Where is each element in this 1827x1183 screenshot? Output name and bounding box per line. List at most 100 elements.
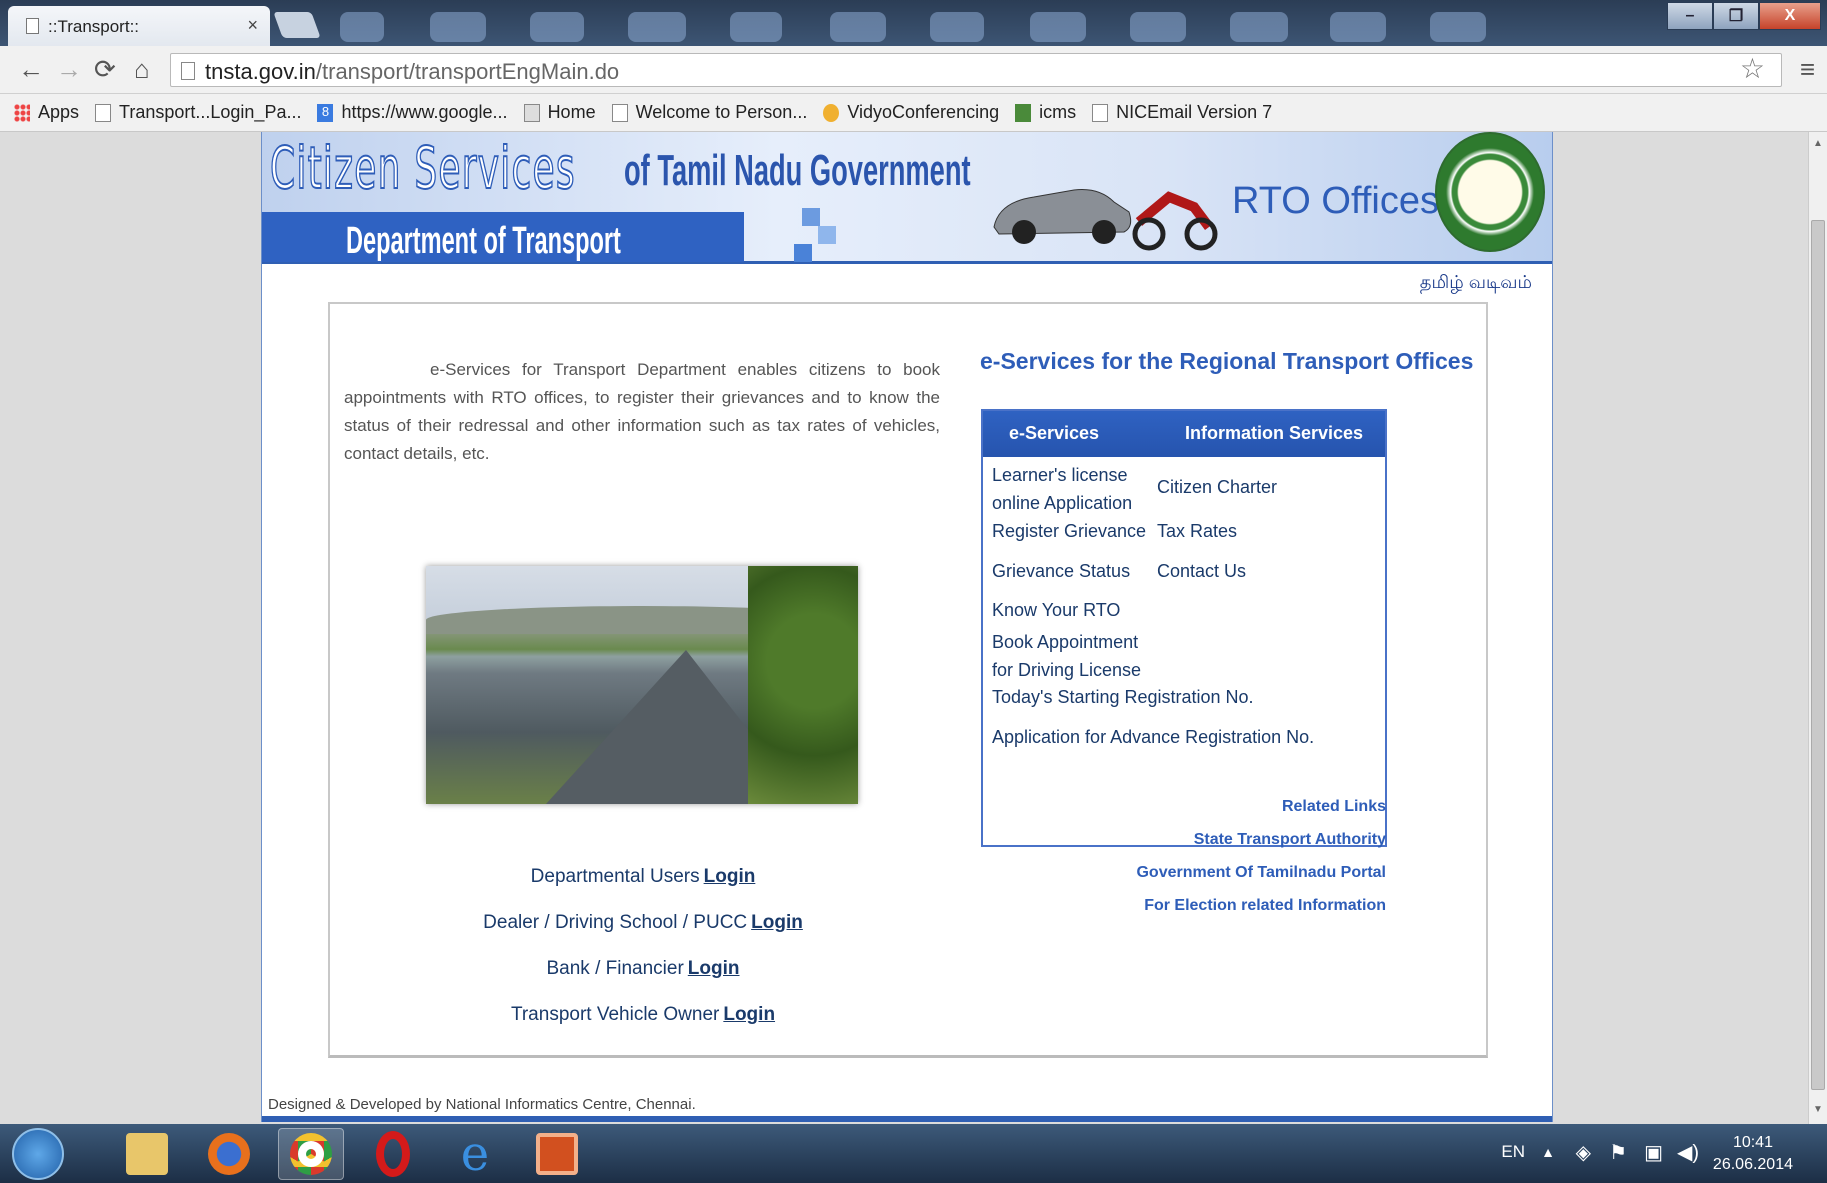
tn-portal-link[interactable]: Government Of Tamilnadu Portal <box>1136 864 1386 882</box>
tax-rates-link[interactable]: Tax Rates <box>1157 517 1237 545</box>
url-text: tnsta.gov.in/transport/transportEngMain.… <box>205 59 620 84</box>
blurred-icon <box>430 12 486 42</box>
login-links: Departmental Users Login Dealer / Driving… <box>330 862 956 1046</box>
maximize-button[interactable]: ❐ <box>1713 2 1759 30</box>
language-indicator[interactable]: EN <box>1501 1142 1525 1162</box>
chrome-icon <box>290 1133 332 1175</box>
taskbar-explorer[interactable] <box>114 1128 180 1180</box>
grievance-status-link[interactable]: Grievance Status <box>992 557 1130 585</box>
bank-login-link[interactable]: Login <box>688 958 740 979</box>
taskbar-opera[interactable] <box>360 1128 426 1180</box>
banner-department: Department of Transport <box>346 220 621 262</box>
blurred-icon <box>930 12 984 42</box>
blurred-icon <box>1130 12 1186 42</box>
clock[interactable]: 10:41 26.06.2014 <box>1713 1132 1793 1176</box>
blurred-icon <box>830 12 886 42</box>
scroll-up-icon[interactable]: ▲ <box>1813 138 1823 149</box>
page-icon <box>95 103 112 122</box>
taskbar-chrome[interactable] <box>278 1128 344 1180</box>
bookmark-icms[interactable]: icms <box>1015 102 1076 123</box>
banner-of-tn: of Tamil Nadu Government <box>624 146 971 195</box>
forward-arrow-icon[interactable]: → <box>56 54 82 85</box>
info-services-column-title: Information Services <box>1185 423 1364 443</box>
eservices-header: e-Services Information Services <box>983 411 1385 457</box>
bookmark-transport-login[interactable]: Transport...Login_Pa... <box>95 102 301 123</box>
network-icon[interactable]: ▣ <box>1644 1140 1663 1165</box>
scroll-down-icon[interactable]: ▼ <box>1813 1104 1823 1115</box>
tab-title: ::Transport:: <box>48 17 140 36</box>
show-hidden-icons-icon[interactable]: ▲ <box>1541 1144 1555 1160</box>
know-your-rto-link[interactable]: Know Your RTO <box>992 596 1120 624</box>
action-center-flag-icon[interactable]: ⚑ <box>1609 1140 1627 1165</box>
blurred-icon <box>1430 12 1486 42</box>
blurred-icon <box>1230 12 1288 42</box>
related-links-heading: Related Links <box>1281 798 1386 815</box>
taskbar-firefox[interactable] <box>196 1128 262 1180</box>
new-tab-button[interactable] <box>273 12 321 38</box>
bookmark-home[interactable]: Home <box>523 102 596 123</box>
election-info-link[interactable]: For Election related Information <box>1144 897 1386 915</box>
decor-square <box>818 226 836 244</box>
photo-trees <box>748 566 858 804</box>
taskbar-ie[interactable]: e <box>442 1128 508 1180</box>
back-arrow-icon[interactable]: ← <box>18 54 44 85</box>
login-row-vehicle-owner: Transport Vehicle Owner Login <box>510 1004 776 1025</box>
windows-taskbar: e EN ▲ ◈ ⚑ ▣ ◀) 10:41 26.06.2014 <box>0 1124 1827 1183</box>
dealer-login-link[interactable]: Login <box>751 912 803 933</box>
network-app-icon[interactable]: ◈ <box>1576 1140 1591 1165</box>
todays-registration-link[interactable]: Today's Starting Registration No. <box>992 683 1254 711</box>
blurred-icon <box>530 12 584 42</box>
ie-icon: e <box>460 1126 490 1182</box>
folder-icon <box>126 1133 168 1175</box>
vehicles-image <box>989 172 1218 251</box>
learners-license-link[interactable]: Learner's license online Application <box>992 461 1162 517</box>
vehicle-owner-login-link[interactable]: Login <box>723 1004 775 1025</box>
bookmark-star-icon[interactable]: ☆ <box>1740 52 1765 85</box>
bookmark-welcome[interactable]: Welcome to Person... <box>611 102 807 123</box>
bookmark-google[interactable]: 8 https://www.google... <box>317 102 508 123</box>
browser-tab-strip: ::Transport:: × – ❐ X <box>0 0 1827 46</box>
browser-tab[interactable]: ::Transport:: × <box>8 6 270 46</box>
menu-icon[interactable]: ≡ <box>1800 54 1815 85</box>
banner-citizen-services: Citizen Services <box>269 133 576 203</box>
browser-toolbar: ← → ⟳ ⌂ tnsta.gov.in/transport/transport… <box>0 46 1827 94</box>
page-icon <box>611 103 628 122</box>
contact-us-link[interactable]: Contact Us <box>1157 557 1246 585</box>
vertical-scrollbar[interactable]: ▲ ▼ <box>1808 132 1827 1124</box>
bookmark-vidyo[interactable]: VidyoConferencing <box>823 102 999 123</box>
reload-icon[interactable]: ⟳ <box>94 54 116 85</box>
volume-icon[interactable]: ◀) <box>1677 1140 1699 1165</box>
banner-rto-offices: RTO Offices <box>1232 180 1439 222</box>
bookmark-nicemail[interactable]: NICEmail Version 7 <box>1092 102 1272 123</box>
home-icon[interactable]: ⌂ <box>134 54 150 85</box>
eservices-heading: e-Services for the Regional Transport Of… <box>980 348 1474 374</box>
home-icon <box>523 103 540 122</box>
advance-registration-link[interactable]: Application for Advance Registration No. <box>992 723 1314 751</box>
blurred-icon <box>730 12 782 42</box>
google-icon: 8 <box>317 103 334 122</box>
taskbar-powerpoint[interactable] <box>524 1128 590 1180</box>
minimize-button[interactable]: – <box>1667 2 1713 30</box>
tab-close-icon[interactable]: × <box>247 15 258 36</box>
scrollbar-thumb[interactable] <box>1811 220 1825 1090</box>
login-row-bank: Bank / Financier Login <box>546 958 740 979</box>
web-page: Citizen Services of Tamil Nadu Governmen… <box>261 132 1553 1122</box>
book-appointment-link[interactable]: Book Appointment for Driving License <box>992 628 1152 684</box>
page-icon <box>1092 103 1109 122</box>
state-transport-authority-link[interactable]: State Transport Authority <box>1194 831 1386 849</box>
start-button[interactable] <box>12 1128 64 1180</box>
main-content-box: e-Services for Transport Department enab… <box>328 302 1488 1058</box>
citizen-charter-link[interactable]: Citizen Charter <box>1157 473 1277 501</box>
blurred-icon <box>1330 12 1386 42</box>
register-grievance-link[interactable]: Register Grievance <box>992 517 1146 545</box>
tamil-version-link[interactable]: தமிழ் வடிவம் <box>1420 272 1532 295</box>
clock-time: 10:41 <box>1732 1134 1773 1151</box>
eservices-box: e-Services Information Services Learner'… <box>981 409 1387 847</box>
blurred-icon <box>340 12 384 42</box>
address-bar[interactable]: tnsta.gov.in/transport/transportEngMain.… <box>170 53 1782 87</box>
powerpoint-icon <box>536 1133 578 1175</box>
close-window-button[interactable]: X <box>1759 2 1821 30</box>
intro-text: e-Services for Transport Department enab… <box>344 360 940 463</box>
bookmark-apps[interactable]: Apps <box>14 102 79 123</box>
departmental-login-link[interactable]: Login <box>704 866 756 887</box>
